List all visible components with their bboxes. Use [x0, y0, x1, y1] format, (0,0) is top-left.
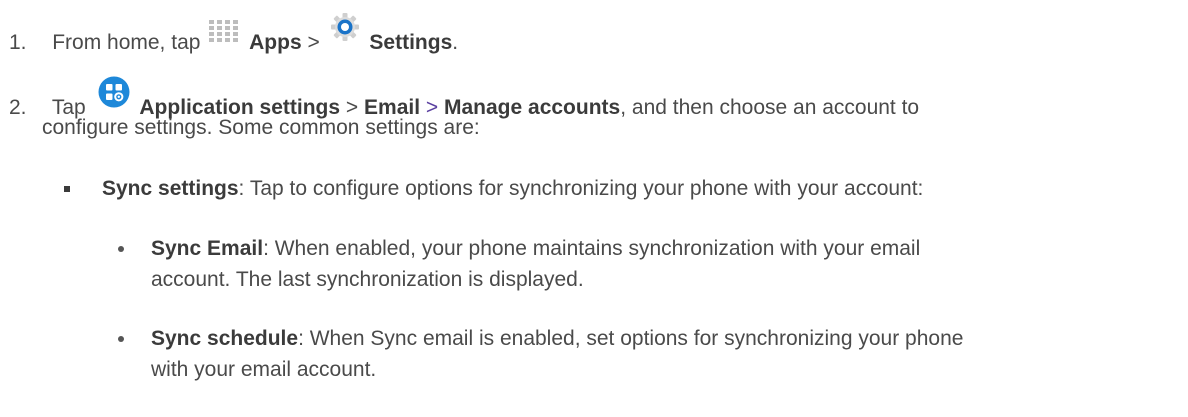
settings-gear-icon: [330, 12, 360, 42]
apps-grid-icon: [208, 19, 241, 45]
settings-label: Settings: [369, 31, 453, 54]
sync-schedule-text: : When Sync email is enabled, set option…: [298, 327, 964, 350]
square-bullet-icon: [64, 186, 70, 192]
step-1: 1. From home, tap Apps > Settings.: [9, 13, 459, 56]
step-2-line-2-text: configure settings. Some common settings…: [42, 116, 480, 139]
step-1-prefix: From home, tap: [52, 31, 201, 54]
sync-settings-text: : Tap to configure options for synchroni…: [238, 177, 924, 200]
step-2-number: 2.: [9, 96, 27, 119]
sync-email-line-2-text: account. The last synchronization is dis…: [151, 268, 584, 291]
application-settings-icon: [98, 76, 130, 108]
step-1-period: .: [452, 31, 459, 54]
sync-settings-item: Sync settings: Tap to configure options …: [102, 176, 923, 202]
sync-email-item: Sync Email: When enabled, your phone mai…: [151, 236, 920, 262]
sync-schedule-item: Sync schedule: When Sync email is enable…: [151, 326, 963, 352]
round-bullet-icon: [118, 336, 124, 342]
sync-email-line-2: account. The last synchronization is dis…: [151, 267, 584, 293]
sync-email-text: : When enabled, your phone maintains syn…: [263, 237, 921, 260]
sync-schedule-line-2-text: with your email account.: [151, 358, 377, 381]
step-1-separator: >: [307, 31, 320, 54]
apps-label: Apps: [249, 31, 302, 54]
sync-schedule-label: Sync schedule: [151, 327, 299, 350]
sync-schedule-line-2: with your email account.: [151, 357, 376, 383]
step-1-number: 1.: [9, 31, 27, 54]
step-2-line-1-rest: , and then choose an account to: [620, 96, 920, 119]
sync-email-label: Sync Email: [151, 237, 264, 260]
round-bullet-icon: [118, 246, 124, 252]
sync-settings-label: Sync settings: [102, 177, 239, 200]
step-2-line-2: configure settings. Some common settings…: [42, 115, 480, 141]
